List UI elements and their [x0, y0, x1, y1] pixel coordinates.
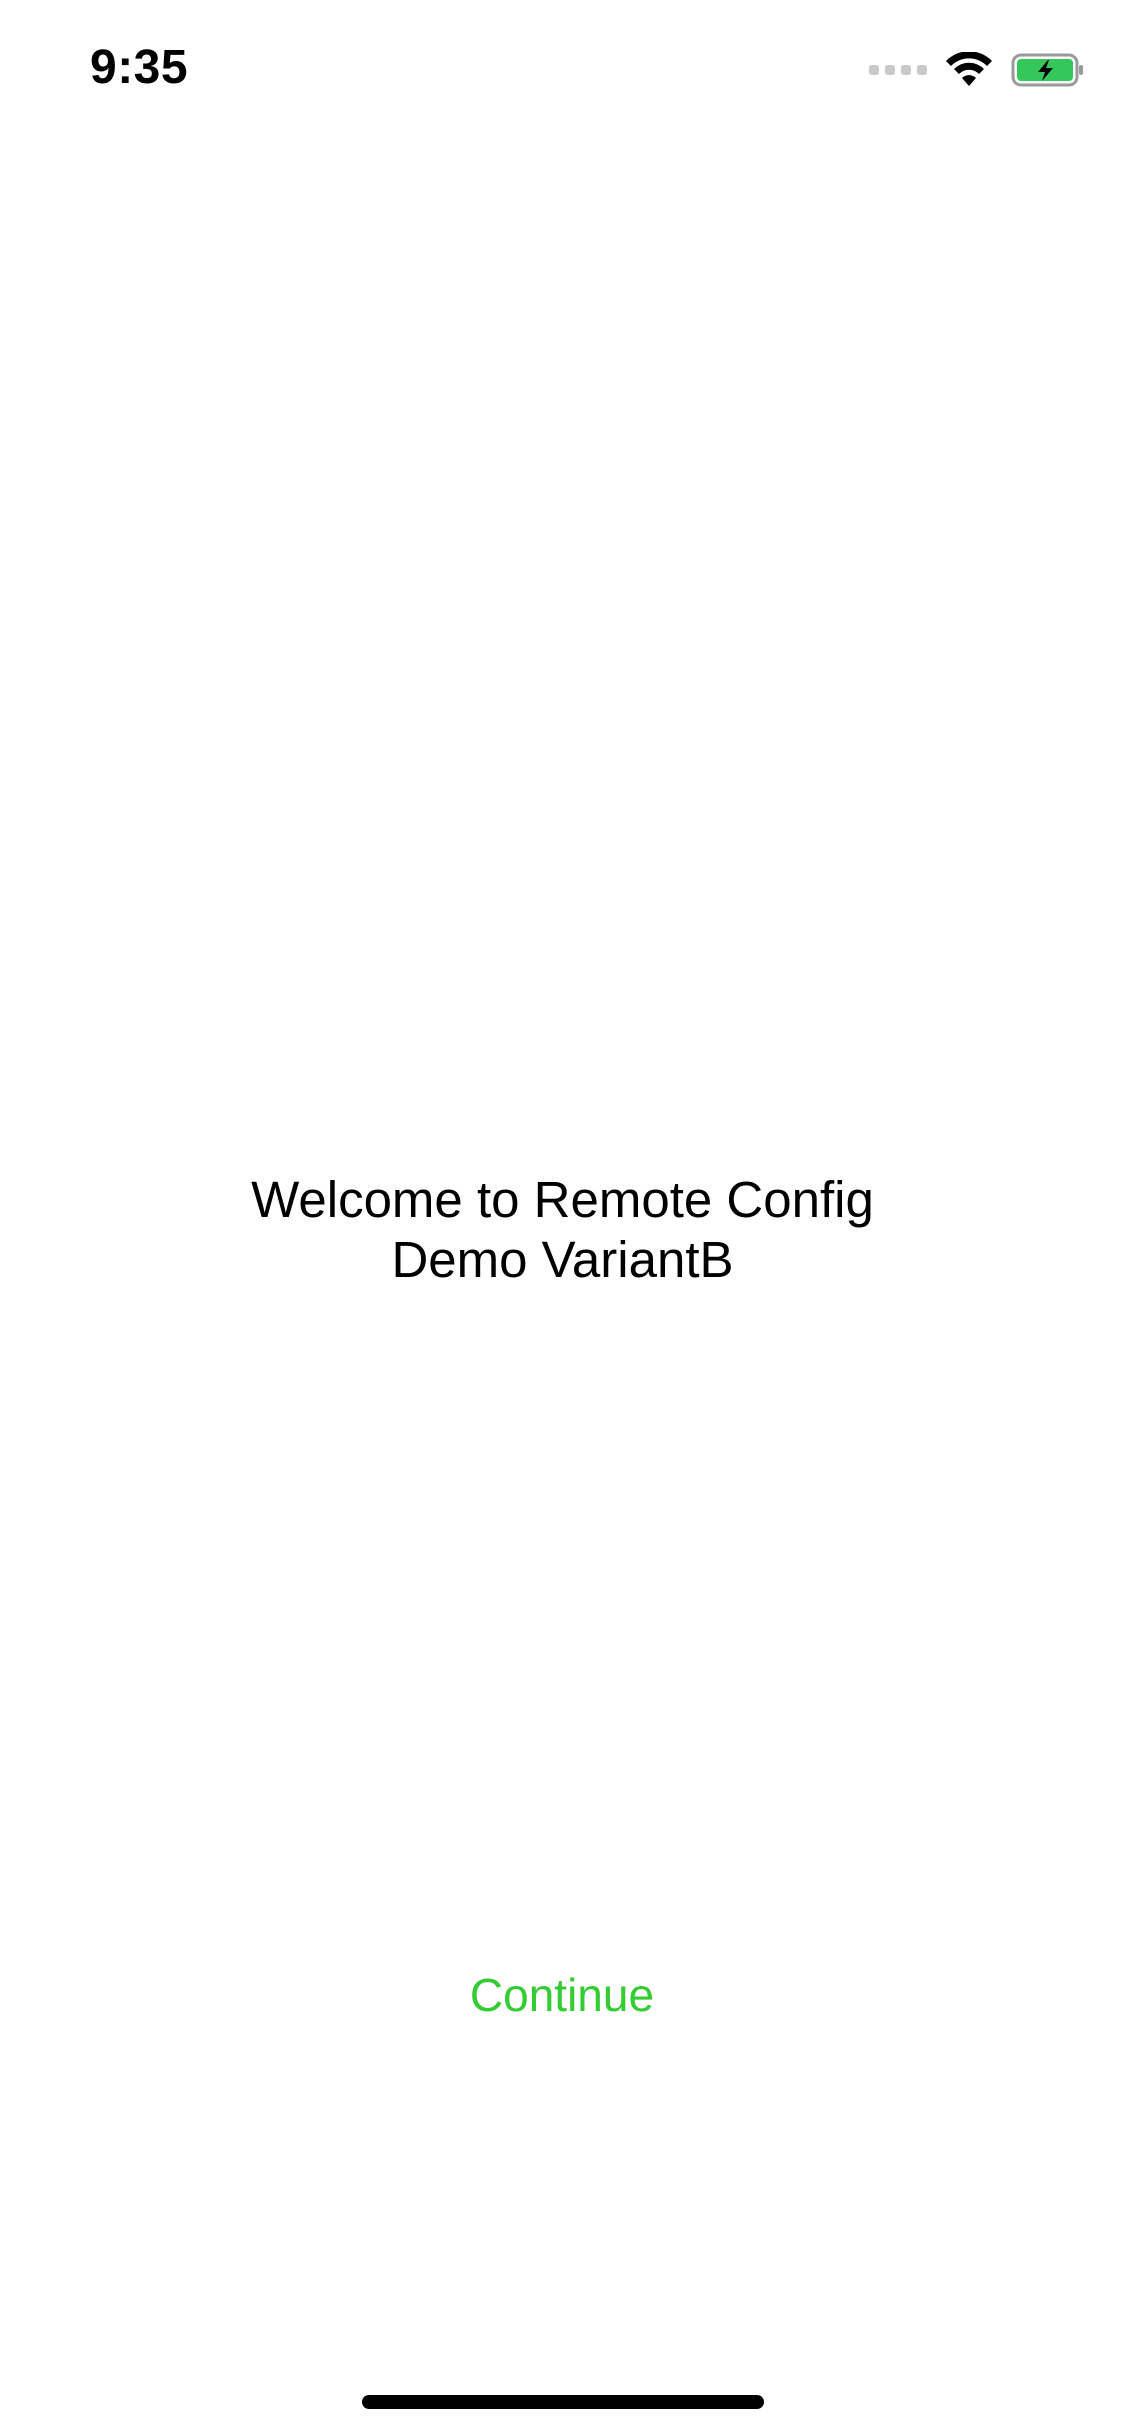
cellular-signal-icon	[869, 65, 927, 75]
welcome-message: Welcome to Remote Config Demo VariantB	[251, 1171, 874, 1288]
app-screen: 9:35 Welcome to Remote Config Demo Varia…	[0, 0, 1125, 2436]
status-bar: 9:35	[0, 0, 1125, 132]
continue-button[interactable]: Continue	[412, 1955, 712, 2035]
wifi-icon	[945, 52, 993, 88]
status-time: 9:35	[90, 41, 189, 94]
battery-charging-icon	[1011, 52, 1085, 88]
status-icons	[869, 50, 1085, 90]
home-indicator[interactable]	[362, 2395, 764, 2409]
